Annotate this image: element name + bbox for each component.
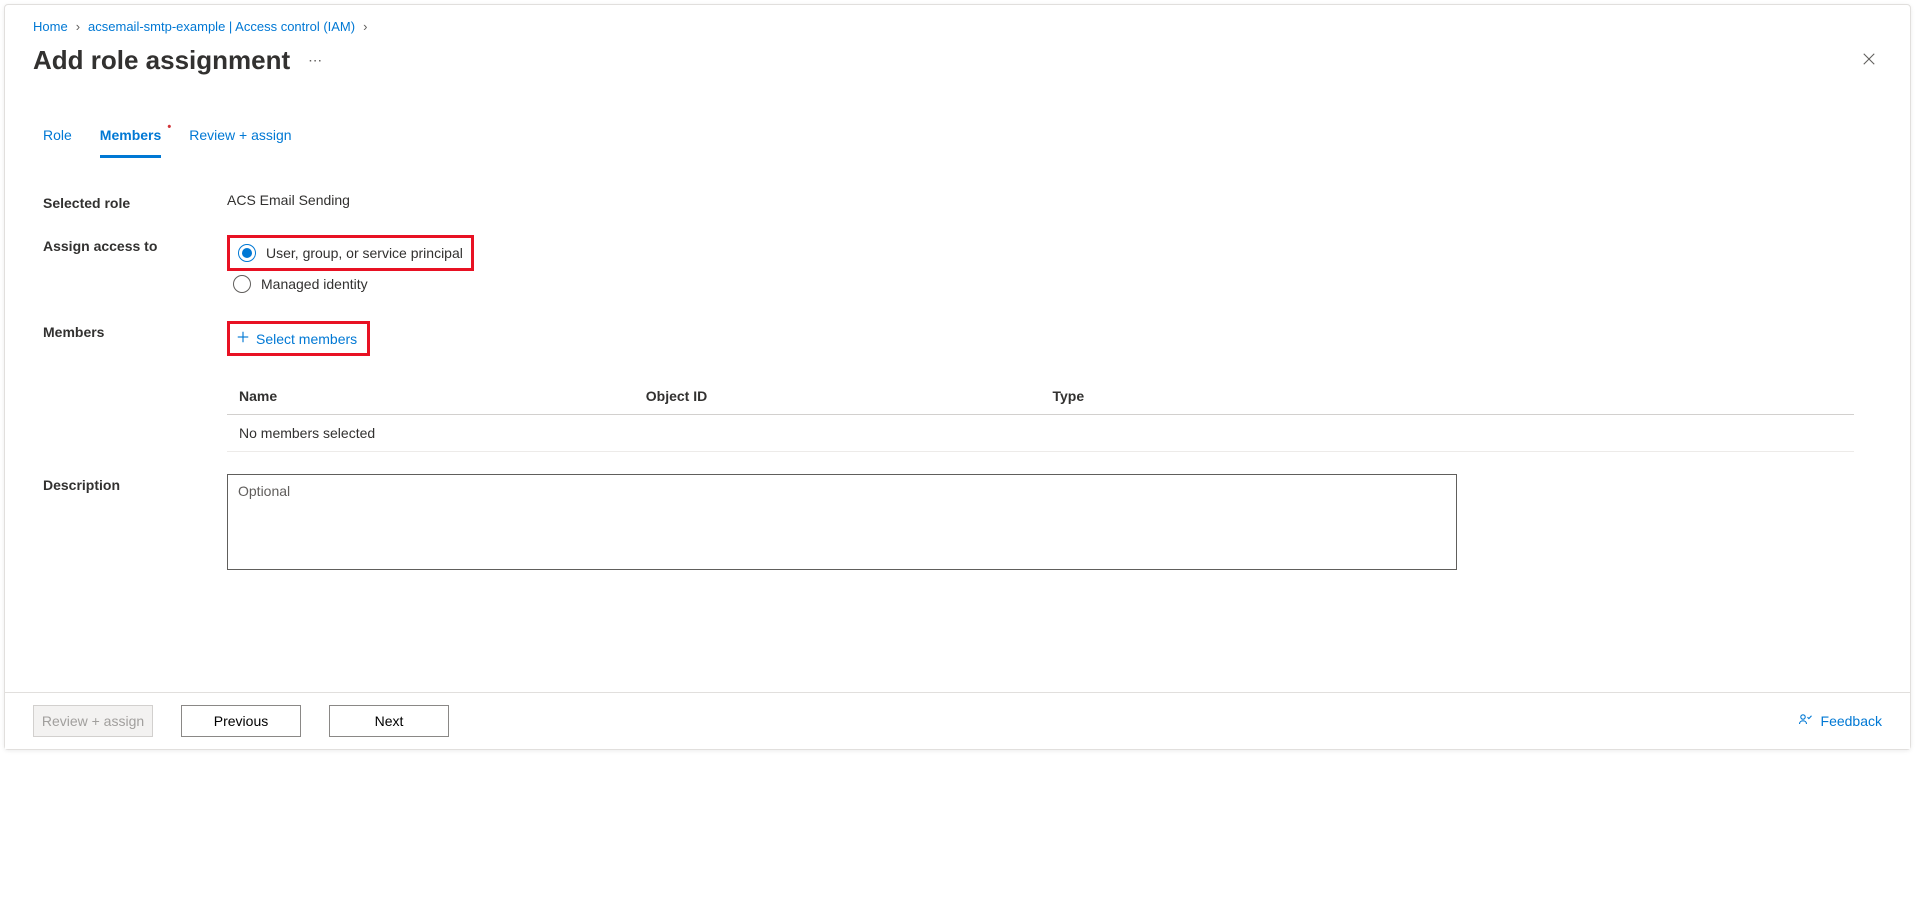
plus-icon	[236, 330, 250, 347]
table-row: No members selected	[227, 415, 1854, 452]
chevron-right-icon: ›	[76, 19, 80, 34]
radio-managed-identity[interactable]	[233, 275, 251, 293]
selected-role-value: ACS Email Sending	[227, 192, 1882, 208]
tab-review-assign[interactable]: Review + assign	[189, 127, 291, 158]
breadcrumb: Home › acsemail-smtp-example | Access co…	[33, 17, 1882, 44]
members-empty: No members selected	[227, 415, 1854, 452]
select-members-button[interactable]: Select members	[232, 326, 365, 351]
tabs: Role Members Review + assign	[33, 127, 1882, 158]
selected-role-label: Selected role	[43, 192, 227, 211]
review-assign-button[interactable]: Review + assign	[33, 705, 153, 737]
select-members-label: Select members	[256, 331, 357, 347]
assign-access-label: Assign access to	[43, 235, 227, 254]
col-object-id[interactable]: Object ID	[634, 378, 1041, 415]
col-type[interactable]: Type	[1041, 378, 1855, 415]
feedback-icon	[1797, 712, 1813, 731]
radio-user-group-label[interactable]: User, group, or service principal	[266, 245, 463, 261]
feedback-link[interactable]: Feedback	[1797, 712, 1882, 731]
page-title: Add role assignment	[33, 45, 290, 76]
feedback-label: Feedback	[1821, 713, 1882, 729]
description-input[interactable]	[227, 474, 1457, 570]
close-icon[interactable]	[1856, 44, 1882, 77]
breadcrumb-home[interactable]: Home	[33, 19, 68, 34]
chevron-right-icon: ›	[363, 19, 367, 34]
description-label: Description	[43, 474, 227, 493]
highlight-user-group: User, group, or service principal	[227, 235, 474, 271]
radio-managed-identity-label[interactable]: Managed identity	[261, 276, 368, 292]
radio-user-group[interactable]	[238, 244, 256, 262]
tab-role[interactable]: Role	[43, 127, 72, 158]
next-button[interactable]: Next	[329, 705, 449, 737]
previous-button[interactable]: Previous	[181, 705, 301, 737]
members-label: Members	[43, 321, 227, 340]
footer: Review + assign Previous Next Feedback	[5, 692, 1910, 749]
col-name[interactable]: Name	[227, 378, 634, 415]
highlight-select-members: Select members	[227, 321, 370, 356]
breadcrumb-resource[interactable]: acsemail-smtp-example | Access control (…	[88, 19, 355, 34]
tab-members[interactable]: Members	[100, 127, 161, 158]
members-table: Name Object ID Type No members selected	[227, 378, 1854, 452]
more-icon[interactable]: ⋯	[304, 48, 327, 73]
